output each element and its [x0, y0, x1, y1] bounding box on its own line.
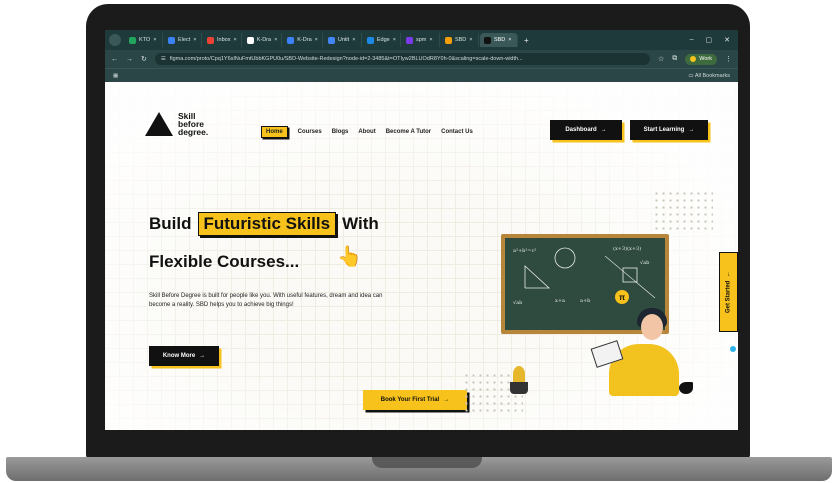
- browser-tab[interactable]: SBD ×: [441, 33, 479, 47]
- bookmarks-bar: ▦ ▭ All Bookmarks: [105, 68, 738, 82]
- tab-label: Untit: [337, 37, 350, 43]
- all-bookmarks-button[interactable]: ▭ All Bookmarks: [688, 73, 730, 79]
- tab-label: Inbox: [217, 37, 231, 43]
- extensions-icon[interactable]: ⧉: [672, 55, 677, 63]
- browser-tab[interactable]: KTO ×: [125, 33, 163, 47]
- nav-about[interactable]: About: [358, 129, 375, 135]
- arrow-up-icon: ←: [725, 270, 732, 277]
- arrow-right-icon: →: [199, 353, 206, 359]
- logo-triangle-icon: [145, 112, 173, 136]
- know-more-button[interactable]: Know More →: [149, 346, 219, 366]
- browser-tab[interactable]: spm ×: [402, 33, 440, 47]
- tab-close-icon[interactable]: ×: [429, 37, 432, 43]
- tab-close-icon[interactable]: ×: [153, 37, 156, 43]
- folder-icon: ▭: [688, 72, 694, 79]
- tab-favicon-icon: [483, 36, 491, 44]
- tab-bar: KTO × Elect × Inbox × K-Dra × K-Dra × Untit × Edge × s…: [105, 30, 738, 50]
- arrow-right-icon: →: [443, 397, 450, 403]
- apps-grid-icon[interactable]: ▦: [113, 73, 118, 79]
- get-started-side-tab[interactable]: Get Started ←: [719, 252, 738, 332]
- nav-home[interactable]: Home: [261, 126, 288, 138]
- tab-close-icon[interactable]: ×: [469, 37, 472, 43]
- tab-favicon-icon: [246, 36, 254, 44]
- nav-blogs[interactable]: Blogs: [332, 129, 349, 135]
- browser-tab[interactable]: Inbox ×: [203, 33, 242, 47]
- arrow-right-icon: →: [600, 127, 607, 133]
- tab-favicon-icon: [327, 36, 335, 44]
- minimize-icon[interactable]: –: [690, 36, 694, 44]
- forward-icon[interactable]: →: [126, 56, 133, 63]
- browser-tab[interactable]: Untit ×: [324, 33, 362, 47]
- tab-label: KTO: [139, 37, 151, 43]
- address-bar-row: ← → ↻ ☰ figma.com/proto/Cpq1Y6sINuFmtUbb…: [105, 50, 738, 68]
- bookmark-star-icon[interactable]: ☆: [658, 55, 664, 63]
- laptop-mockup: KTO × Elect × Inbox × K-Dra × K-Dra × Untit × Edge × s…: [0, 0, 837, 483]
- browser-tab[interactable]: Elect ×: [164, 33, 202, 47]
- dashboard-button[interactable]: Dashboard →: [550, 120, 622, 140]
- plant-pot: [510, 382, 528, 394]
- tab-favicon-icon: [207, 36, 214, 44]
- laptop-notch: [372, 457, 482, 468]
- pointing-hand-icon: 👆: [337, 246, 362, 268]
- url-input[interactable]: ☰ figma.com/proto/Cpq1Y6sINuFmtUbbKGPU0u…: [154, 53, 650, 65]
- tab-favicon-icon: [405, 36, 413, 44]
- url-text: figma.com/proto/Cpq1Y6sINuFmtUbbKGPU0u/S…: [169, 56, 523, 62]
- back-icon[interactable]: ←: [111, 56, 118, 63]
- profile-avatar-icon: [690, 56, 697, 62]
- tab-label: Edge: [376, 37, 390, 43]
- tab-favicon-icon: [168, 36, 175, 44]
- hero-line-2: Flexible Courses...: [149, 252, 300, 271]
- tab-close-icon[interactable]: ×: [508, 37, 511, 43]
- hero-highlight: Futuristic Skills: [197, 212, 337, 236]
- site-info-icon[interactable]: ☰: [161, 56, 166, 62]
- dot-pattern: [653, 190, 713, 230]
- decorative-blob: [679, 382, 693, 394]
- browser-tab[interactable]: K-Dra ×: [243, 33, 283, 47]
- tab-favicon-icon: [444, 36, 452, 44]
- browser-tab[interactable]: Edge ×: [363, 33, 401, 47]
- pi-badge: π: [615, 290, 629, 304]
- tab-favicon-icon: [287, 36, 295, 44]
- arrow-right-icon: →: [688, 127, 695, 133]
- tab-favicon-icon: [129, 36, 136, 44]
- start-learning-button[interactable]: Start Learning →: [630, 120, 708, 140]
- tab-close-icon[interactable]: ×: [393, 37, 396, 43]
- reload-icon[interactable]: ↻: [141, 55, 147, 63]
- web-page: Skill before degree. Home Courses Blogs …: [105, 82, 738, 430]
- browser-tab[interactable]: K-Dra ×: [283, 33, 323, 47]
- close-icon[interactable]: ✕: [724, 36, 730, 44]
- tab-close-icon[interactable]: ×: [274, 37, 277, 43]
- tab-label: Elect: [178, 37, 191, 43]
- tab-label: spm: [415, 37, 427, 43]
- tab-label: K-Dra: [297, 37, 312, 43]
- nav-contact[interactable]: Contact Us: [441, 129, 473, 135]
- laptop-screen: KTO × Elect × Inbox × K-Dra × K-Dra × Untit × Edge × s…: [105, 30, 738, 430]
- hero-description: Skill Before Degree is built for people …: [149, 293, 383, 308]
- menu-icon[interactable]: ⋮: [725, 55, 732, 63]
- tab-label: K-Dra: [256, 37, 272, 43]
- tab-search-icon[interactable]: [109, 34, 121, 46]
- tab-close-icon[interactable]: ×: [315, 37, 318, 43]
- chat-widget-icon[interactable]: [728, 344, 738, 354]
- browser-tab[interactable]: SBD ×: [479, 33, 518, 47]
- tab-close-icon[interactable]: ×: [233, 37, 236, 43]
- tab-close-icon[interactable]: ×: [352, 37, 355, 43]
- person-head: [641, 314, 663, 340]
- tab-favicon-icon: [366, 36, 374, 44]
- tab-label: SBD: [493, 37, 506, 43]
- book-trial-button[interactable]: Book Your First Trial →: [363, 390, 467, 410]
- profile-button[interactable]: Work: [685, 53, 717, 65]
- maximize-icon[interactable]: ▢: [706, 36, 713, 44]
- site-logo[interactable]: Skill before degree.: [145, 112, 208, 136]
- hero-line-1: Build Futuristic Skills With: [149, 212, 379, 236]
- plant-illustration: [513, 366, 525, 382]
- new-tab-button[interactable]: +: [524, 36, 529, 45]
- nav-become-tutor[interactable]: Become A Tutor: [386, 129, 431, 135]
- main-nav: Home Courses Blogs About Become A Tutor …: [261, 126, 473, 138]
- tab-label: SBD: [454, 37, 467, 43]
- nav-courses[interactable]: Courses: [298, 129, 322, 135]
- tab-close-icon[interactable]: ×: [193, 37, 196, 43]
- logo-text: Skill before degree.: [178, 111, 209, 137]
